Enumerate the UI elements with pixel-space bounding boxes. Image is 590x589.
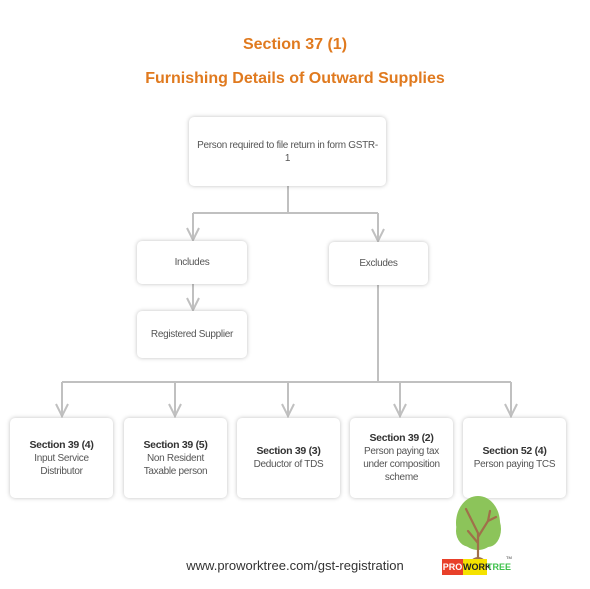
exclusion-desc: Non Resident Taxable person (143, 452, 208, 477)
tree-icon (456, 496, 501, 563)
exclusion-box-4: Section 39 (2) Person paying tax under c… (350, 418, 453, 498)
exclusion-box-2: Section 39 (5) Non Resident Taxable pers… (124, 418, 227, 498)
exclusion-section: Section 52 (4) (482, 445, 547, 457)
logo-tree: TREE (487, 562, 512, 572)
exclusion-section: Section 39 (4) (29, 438, 94, 451)
exclusion-desc: Person paying tax under composition sche… (363, 446, 440, 483)
root-box: Person required to file return in form G… (189, 117, 386, 186)
exclusion-box-3: Section 39 (3) Deductor of TDS (237, 418, 340, 498)
exclusion-section: Section 39 (2) (369, 432, 434, 444)
excludes-label: Excludes (359, 258, 398, 269)
excludes-box: Excludes (329, 242, 428, 285)
includes-label: Includes (174, 257, 210, 268)
exclusion-desc: Input Service Distributor (34, 452, 89, 477)
exclusion-section: Section 39 (3) (256, 445, 321, 457)
proworktree-logo: PRO WORK TREE TM (440, 493, 530, 583)
exclusion-box-5: Section 52 (4) Person paying TCS (463, 418, 566, 498)
exclusion-box-1: Section 39 (4) Input Service Distributor (10, 418, 113, 498)
exclusion-desc: Deductor of TDS (253, 459, 324, 470)
root-label: Person required to file return in form G… (197, 139, 378, 164)
registered-supplier-label: Registered Supplier (150, 329, 234, 340)
logo-trademark: TM (506, 555, 512, 560)
logo-pro: PRO (442, 559, 463, 575)
includes-box: Includes (137, 241, 247, 284)
registered-supplier-box: Registered Supplier (137, 311, 247, 358)
exclusion-desc: Person paying TCS (473, 459, 556, 470)
exclusion-section: Section 39 (5) (143, 438, 208, 451)
logo-work: WORK (463, 559, 492, 575)
